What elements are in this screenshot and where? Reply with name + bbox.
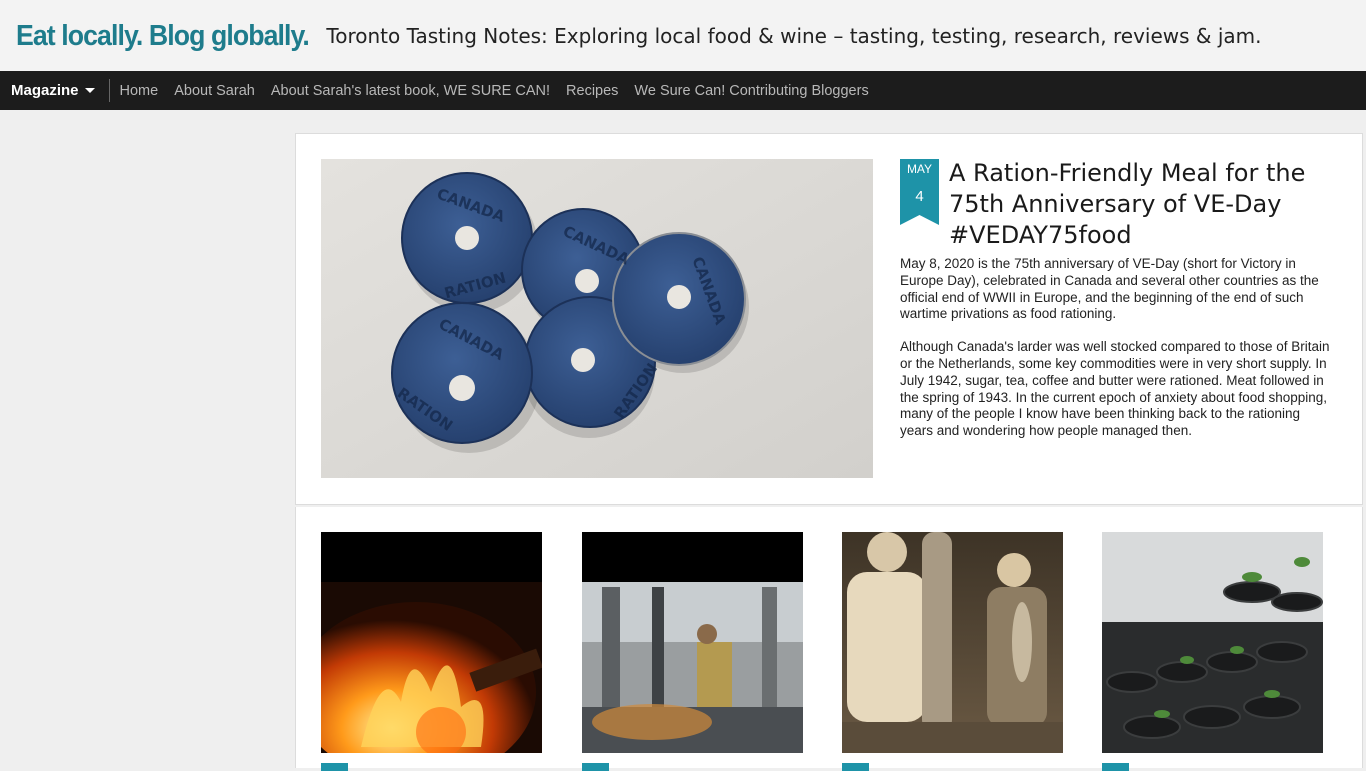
excerpt-paragraph: May 8, 2020 is the 75th anniversary of V… bbox=[900, 256, 1319, 322]
excerpt-paragraph: Although Canada's larder was well stocke… bbox=[900, 339, 1330, 439]
wood-fire-thumbnail[interactable] bbox=[321, 532, 542, 753]
magazine-dropdown[interactable]: Magazine bbox=[0, 79, 110, 102]
nav-link-about-sarah[interactable]: About Sarah bbox=[174, 83, 255, 99]
blog-description: Toronto Tasting Notes: Exploring local f… bbox=[326, 24, 1262, 48]
caret-down-icon bbox=[84, 88, 95, 93]
post-excerpt: May 8, 2020 is the 75th anniversary of V… bbox=[900, 256, 1330, 456]
blog-title[interactable]: Eat locally. Blog globally. bbox=[16, 20, 310, 53]
nav-link-recipes[interactable]: Recipes bbox=[566, 83, 618, 99]
site-header: Eat locally. Blog globally. Toronto Tast… bbox=[0, 0, 1366, 73]
magazine-label: Magazine bbox=[11, 82, 79, 99]
post-grid bbox=[295, 507, 1363, 771]
nav-link-home[interactable]: Home bbox=[120, 83, 159, 99]
thumbnail-date-badge bbox=[321, 763, 348, 771]
thumbnail-date-badge bbox=[1102, 763, 1129, 771]
main-nav: Magazine Home About Sarah About Sarah's … bbox=[0, 71, 1366, 110]
ration-tokens-image[interactable]: CANADA RATION CANADA CANADA CANADA RATIO… bbox=[321, 159, 873, 478]
seedlings-pots-thumbnail[interactable] bbox=[1102, 532, 1323, 753]
date-month: MAY bbox=[906, 162, 933, 176]
kitchen-worker-thumbnail[interactable] bbox=[582, 532, 803, 753]
featured-post: CANADA RATION CANADA CANADA CANADA RATIO… bbox=[295, 133, 1363, 505]
vintage-fishing-thumbnail[interactable] bbox=[842, 532, 1063, 753]
thumbnail-date-badge bbox=[842, 763, 869, 771]
date-day: 4 bbox=[915, 188, 924, 205]
thumbnail-date-badge bbox=[582, 763, 609, 771]
post-title[interactable]: A Ration-Friendly Meal for the 75th Anni… bbox=[949, 158, 1329, 251]
nav-link-contributing-bloggers[interactable]: We Sure Can! Contributing Bloggers bbox=[634, 83, 868, 99]
date-badge: MAY 4 bbox=[900, 159, 939, 225]
nav-link-book[interactable]: About Sarah's latest book, WE SURE CAN! bbox=[271, 83, 550, 99]
